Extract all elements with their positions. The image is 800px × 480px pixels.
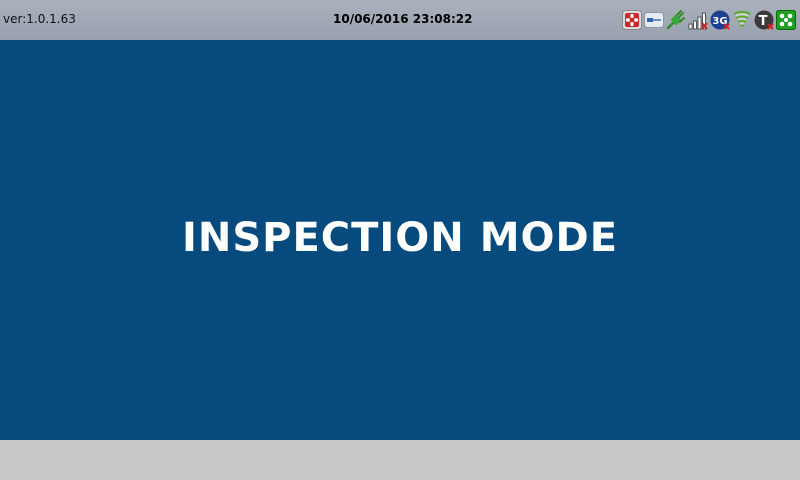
plug-connected-icon xyxy=(666,10,686,30)
red-tools-icon xyxy=(622,10,642,30)
3g-icon: 3G xyxy=(710,10,730,30)
main-panel: INSPECTION MODE xyxy=(0,40,800,440)
wifi-signal-icon xyxy=(732,10,752,30)
status-icons: 3G T xyxy=(622,9,796,31)
datetime-label: 10/06/2016 23:08:22 xyxy=(333,12,473,26)
signal-bars-disconnected-icon xyxy=(688,10,708,30)
inspection-mode-title: INSPECTION MODE xyxy=(181,215,619,261)
card-reader-icon xyxy=(644,10,664,30)
t-icon-label: T xyxy=(759,14,768,29)
version-label: ver:1.0.1.63 xyxy=(3,12,76,26)
status-bar: ver:1.0.1.63 10/06/2016 23:08:22 3G T xyxy=(0,0,800,40)
footer-bar xyxy=(0,440,800,480)
green-network-icon xyxy=(776,10,796,30)
t-disconnected-icon: T xyxy=(754,10,774,30)
